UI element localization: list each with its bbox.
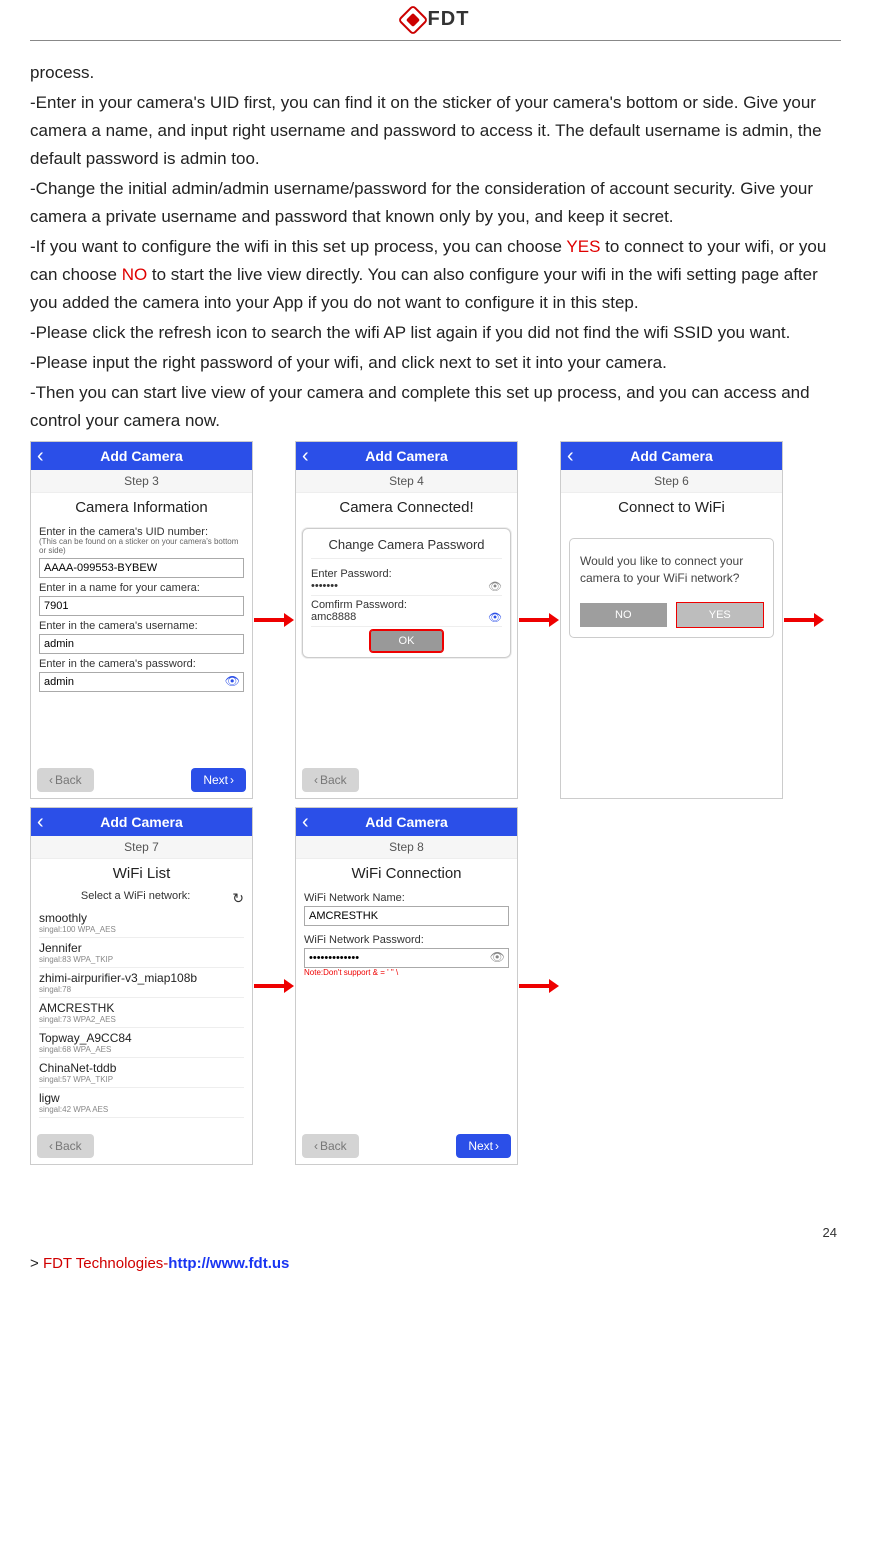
no-word: NO: [122, 265, 148, 284]
refresh-icon[interactable]: ↻: [232, 890, 244, 907]
back-button[interactable]: ‹ Back: [302, 1134, 359, 1158]
header-title: Add Camera: [630, 448, 712, 464]
brand-text: FDT: [428, 8, 470, 31]
arrow-icon: [783, 610, 825, 630]
name-label: Enter in a name for your camera:: [39, 582, 244, 594]
no-button[interactable]: NO: [580, 603, 667, 627]
confirm-password-label: Comfirm Password:: [311, 599, 502, 611]
arrow-icon: [518, 610, 560, 630]
user-label: Enter in the camera's username:: [39, 620, 244, 632]
screen-title: Camera Information: [31, 493, 252, 522]
screen-title: Connect to WiFi: [561, 493, 782, 522]
header-title: Add Camera: [100, 448, 182, 464]
para-3: -If you want to configure the wifi in th…: [30, 233, 841, 317]
para-4: -Please click the refresh icon to search…: [30, 319, 841, 347]
yes-word: YES: [566, 237, 600, 256]
password-note: Note:Don't support & = ' " \: [304, 968, 509, 977]
screen-step3: ‹ Add Camera Step 3 Camera Information E…: [30, 441, 253, 799]
next-button[interactable]: Next ›: [456, 1134, 511, 1158]
wifi-pass-label: WiFi Network Password:: [304, 934, 509, 946]
wifi-item[interactable]: AMCRESTHKsingal:73 WPA2_AES: [39, 998, 244, 1028]
app-header: ‹ Add Camera: [31, 442, 252, 470]
modal-title: Change Camera Password: [311, 537, 502, 559]
next-button[interactable]: Next ›: [191, 768, 246, 792]
step-label: Step 4: [296, 470, 517, 493]
screen-title: WiFi List: [31, 859, 252, 888]
arrow-icon: [253, 976, 295, 996]
header-title: Add Camera: [365, 448, 447, 464]
step-label: Step 3: [31, 470, 252, 493]
app-header: ‹ Add Camera: [296, 442, 517, 470]
wifi-question-box: Would you like to connect your camera to…: [569, 538, 774, 638]
eye-icon[interactable]: 👁: [488, 580, 502, 593]
screen-step4: ‹ Add Camera Step 4 Camera Connected! Ch…: [295, 441, 518, 799]
back-chevron-icon[interactable]: ‹: [302, 812, 309, 832]
screen-title: Camera Connected!: [296, 493, 517, 522]
para-2: -Change the initial admin/admin username…: [30, 175, 841, 231]
page-header: FDT: [30, 0, 841, 41]
back-chevron-icon[interactable]: ‹: [37, 812, 44, 832]
eye-icon[interactable]: 👁: [490, 950, 505, 964]
arrow-icon: [518, 976, 560, 996]
screen-step6: ‹ Add Camera Step 6 Connect to WiFi Woul…: [560, 441, 783, 799]
wifi-item[interactable]: ligwsingal:42 WPA AES: [39, 1088, 244, 1118]
page-footer: > 24 FDT Technologies-http://www.fdt.us: [30, 1245, 841, 1278]
back-chevron-icon[interactable]: ‹: [37, 446, 44, 466]
eye-icon[interactable]: 👁: [225, 674, 240, 688]
wifi-item[interactable]: ChinaNet-tddbsingal:57 WPA_TKIP: [39, 1058, 244, 1088]
uid-input[interactable]: [39, 558, 244, 578]
footer-company: FDT Technologies-: [43, 1255, 168, 1272]
enter-password-value[interactable]: •••••••: [311, 580, 338, 592]
back-button[interactable]: ‹ Back: [37, 768, 94, 792]
wifi-pass-input[interactable]: [304, 948, 509, 968]
wifi-name-label: WiFi Network Name:: [304, 892, 509, 904]
page-number: 24: [823, 1225, 837, 1240]
para-5: -Please input the right password of your…: [30, 349, 841, 377]
step-label: Step 7: [31, 836, 252, 859]
screen-title: WiFi Connection: [296, 859, 517, 888]
wifi-item[interactable]: Jennifersingal:83 WPA_TKIP: [39, 938, 244, 968]
eye-icon[interactable]: 👁: [488, 611, 502, 624]
back-button[interactable]: ‹ Back: [37, 1134, 94, 1158]
wifi-name-input[interactable]: [304, 906, 509, 926]
arrow-icon: [253, 610, 295, 630]
header-title: Add Camera: [365, 814, 447, 830]
back-chevron-icon[interactable]: ‹: [302, 446, 309, 466]
wifi-question: Would you like to connect your camera to…: [580, 553, 763, 587]
para-6: -Then you can start live view of your ca…: [30, 379, 841, 435]
wifi-item[interactable]: Topway_A9CC84singal:68 WPA_AES: [39, 1028, 244, 1058]
app-header: ‹ Add Camera: [296, 808, 517, 836]
yes-button[interactable]: YES: [677, 603, 764, 627]
back-button[interactable]: ‹ Back: [302, 768, 359, 792]
name-input[interactable]: [39, 596, 244, 616]
select-network-label: Select a WiFi network: ↻: [39, 888, 244, 908]
screen-step7: ‹ Add Camera Step 7 WiFi List Select a W…: [30, 807, 253, 1165]
para-0: process.: [30, 59, 841, 87]
footer-url[interactable]: http://www.fdt.us: [168, 1255, 289, 1272]
step-label: Step 6: [561, 470, 782, 493]
logo-icon: [397, 4, 428, 35]
username-input[interactable]: [39, 634, 244, 654]
app-header: ‹ Add Camera: [31, 808, 252, 836]
ok-button[interactable]: OK: [370, 630, 444, 652]
app-header: ‹ Add Camera: [561, 442, 782, 470]
password-input[interactable]: [39, 672, 244, 692]
confirm-password-value[interactable]: amc8888: [311, 611, 356, 623]
wifi-item[interactable]: smoothlysingal:100 WPA_AES: [39, 908, 244, 938]
wifi-item[interactable]: zhimi-airpurifier-v3_miap108bsingal:78: [39, 968, 244, 998]
change-password-modal: Change Camera Password Enter Password: •…: [302, 528, 511, 658]
step-label: Step 8: [296, 836, 517, 859]
pass-label: Enter in the camera's password:: [39, 658, 244, 670]
instruction-text: process. -Enter in your camera's UID fir…: [30, 59, 841, 436]
screen-step8: ‹ Add Camera Step 8 WiFi Connection WiFi…: [295, 807, 518, 1165]
para-1: -Enter in your camera's UID first, you c…: [30, 89, 841, 173]
header-title: Add Camera: [100, 814, 182, 830]
uid-hint: (This can be found on a sticker on your …: [39, 538, 244, 556]
back-chevron-icon[interactable]: ‹: [567, 446, 574, 466]
enter-password-label: Enter Password:: [311, 568, 502, 580]
brand-logo: FDT: [402, 8, 470, 31]
